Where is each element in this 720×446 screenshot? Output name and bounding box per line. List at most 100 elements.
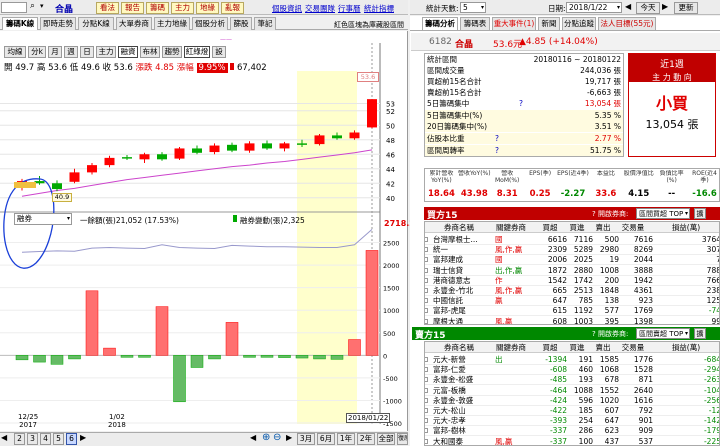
tab-chip-table[interactable]: 籌碼表: [460, 17, 490, 30]
tab-major-events[interactable]: 重大事件(1): [492, 17, 536, 30]
date-input[interactable]: 2018/1/22 ▾: [566, 2, 622, 13]
row-checkbox[interactable]: [425, 247, 428, 253]
column-header[interactable]: 賣出: [591, 222, 615, 233]
table-row[interactable]: 摩根大通風,贏 608 1003 395 1398 99: [425, 316, 719, 324]
column-header[interactable]: 賣出: [591, 342, 615, 353]
sell-expand-button[interactable]: 擴: [694, 328, 706, 339]
link-stock-info[interactable]: 個股資訊: [272, 3, 302, 14]
sell-select[interactable]: 區間賣超 TOP ▾: [636, 328, 690, 339]
page-3[interactable]: 3: [27, 433, 38, 445]
broker-name[interactable]: 摩根大通: [433, 316, 493, 324]
column-header[interactable]: 買超: [537, 342, 563, 353]
row-value: 437: [604, 436, 619, 446]
link-trade-team[interactable]: 交易團隊: [305, 3, 335, 14]
today-button[interactable]: 今天: [636, 2, 660, 14]
row-checkbox[interactable]: [425, 277, 428, 283]
margin-change-legend-icon: [233, 215, 237, 222]
row-checkbox[interactable]: [425, 298, 428, 304]
tab-screen[interactable]: 篩股: [230, 17, 252, 30]
stock-dropdown-icon[interactable]: ▾: [40, 2, 44, 10]
refresh-button[interactable]: 更新: [674, 2, 698, 14]
link-stat-index[interactable]: 統計指標: [364, 3, 394, 14]
buy-header: 買方15 ? 開啟券商: 區間買超 TOP ▾ 擴: [424, 207, 720, 221]
table-row[interactable]: 大和國泰 風,贏 -337 100 437 537 -225: [425, 436, 719, 446]
margin-change-bar: [348, 339, 361, 356]
reset-button[interactable]: 復原: [397, 433, 408, 445]
column-header[interactable]: 券商名稱: [429, 222, 489, 233]
range-2y[interactable]: 2年: [357, 433, 375, 445]
scroll-last-icon[interactable]: ▶: [286, 433, 292, 442]
region-button[interactable]: 地緣: [196, 2, 219, 14]
tab-region[interactable]: 主力地緣: [154, 17, 190, 30]
indicator-select[interactable]: 融券 ▾: [14, 213, 72, 225]
page-5[interactable]: 5: [53, 433, 64, 445]
range-1y[interactable]: 1年: [337, 433, 355, 445]
column-header[interactable]: 損益(萬): [655, 222, 717, 233]
column-header[interactable]: 交易量: [617, 222, 649, 233]
stat-days-select[interactable]: 5 ▾: [460, 2, 486, 13]
row-checkbox[interactable]: [425, 288, 428, 293]
prev-day-icon[interactable]: ◀: [625, 2, 631, 11]
tab-branch-kline[interactable]: 分點K線: [78, 17, 114, 30]
tab-branch-track[interactable]: 分點追蹤: [562, 17, 596, 30]
tab-chip-kline[interactable]: 籌碼K線: [2, 17, 38, 30]
search-icon[interactable]: ⌕: [30, 1, 35, 11]
main-force-button[interactable]: 主力: [171, 2, 194, 14]
view-button[interactable]: 看法: [96, 2, 119, 14]
row-checkbox[interactable]: [425, 387, 428, 393]
column-header[interactable]: 買進: [565, 222, 589, 233]
stock-chart[interactable]: 40 42 44 46 48 50 5253 2500 2000 1500 1000 500 0 -50…: [0, 31, 408, 431]
tab-chip-analysis[interactable]: 籌碼分析: [422, 17, 458, 30]
tab-target-price[interactable]: 法人目標(55元): [598, 17, 656, 30]
column-header[interactable]: 券商名稱: [429, 342, 489, 353]
column-header[interactable]: 關鍵券商: [491, 222, 531, 233]
row-checkbox[interactable]: [425, 418, 428, 424]
page-6[interactable]: 6: [66, 433, 77, 445]
buy-select[interactable]: 區間買超 TOP ▾: [636, 208, 690, 219]
buy-select-value: 區間買超 TOP: [639, 210, 684, 218]
row-checkbox[interactable]: [425, 257, 428, 263]
tab-news[interactable]: 新聞: [538, 17, 560, 30]
row-checkbox[interactable]: [425, 318, 428, 324]
row-checkbox[interactable]: [425, 308, 428, 314]
column-header[interactable]: 買進: [565, 342, 589, 353]
row-checkbox[interactable]: [425, 237, 428, 242]
tab-big-broker[interactable]: 大單券商: [116, 17, 152, 30]
link-calendar[interactable]: 行事曆: [338, 3, 361, 14]
range-6m[interactable]: 6月: [317, 433, 335, 445]
table-header-row: 券商名稱 關鍵券商 買超 買進 賣出 交易量 損益(萬): [425, 222, 719, 233]
row-checkbox[interactable]: [425, 408, 428, 413]
buy-expand-button[interactable]: 擴: [694, 208, 706, 219]
row-checkbox[interactable]: [425, 438, 428, 444]
page-4[interactable]: 4: [40, 433, 51, 445]
range-all[interactable]: 全部: [377, 433, 395, 445]
tab-notes[interactable]: 筆記: [254, 17, 276, 30]
zoom-out-icon[interactable]: ⊖: [273, 432, 281, 443]
tab-stock-analysis[interactable]: 個股分析: [192, 17, 228, 30]
range-3m[interactable]: 3月: [297, 433, 315, 445]
column-header[interactable]: 關鍵券商: [491, 342, 531, 353]
row-checkbox[interactable]: [425, 428, 428, 434]
row-checkbox[interactable]: [425, 267, 428, 273]
column-header[interactable]: 損益(萬): [655, 342, 717, 353]
candle-body: [122, 157, 132, 159]
zoom-in-icon[interactable]: ⊕: [262, 432, 270, 443]
scroll-left-icon[interactable]: ◀: [1, 433, 7, 442]
next-day-icon[interactable]: ▶: [662, 2, 668, 11]
chips-button[interactable]: 籌碼: [146, 2, 169, 14]
scroll-first-icon[interactable]: ◀: [250, 433, 256, 442]
row-checkbox[interactable]: [425, 367, 428, 373]
rumor-button[interactable]: 亂報: [221, 2, 244, 14]
row-checkbox[interactable]: [425, 357, 428, 362]
report-button[interactable]: 報告: [121, 2, 144, 14]
column-header[interactable]: 買超: [537, 222, 563, 233]
stock-search-box[interactable]: [1, 2, 27, 13]
column-header[interactable]: 交易量: [617, 342, 649, 353]
page-2[interactable]: 2: [14, 433, 25, 445]
scroll-right-icon[interactable]: ▶: [80, 433, 86, 442]
tab-realtime[interactable]: 即時走勢: [40, 17, 76, 30]
row-checkbox[interactable]: [425, 397, 428, 403]
row-checkbox[interactable]: [425, 377, 428, 383]
broker-name[interactable]: 大和國泰: [433, 436, 493, 445]
metric-value: 0.25: [529, 189, 551, 199]
